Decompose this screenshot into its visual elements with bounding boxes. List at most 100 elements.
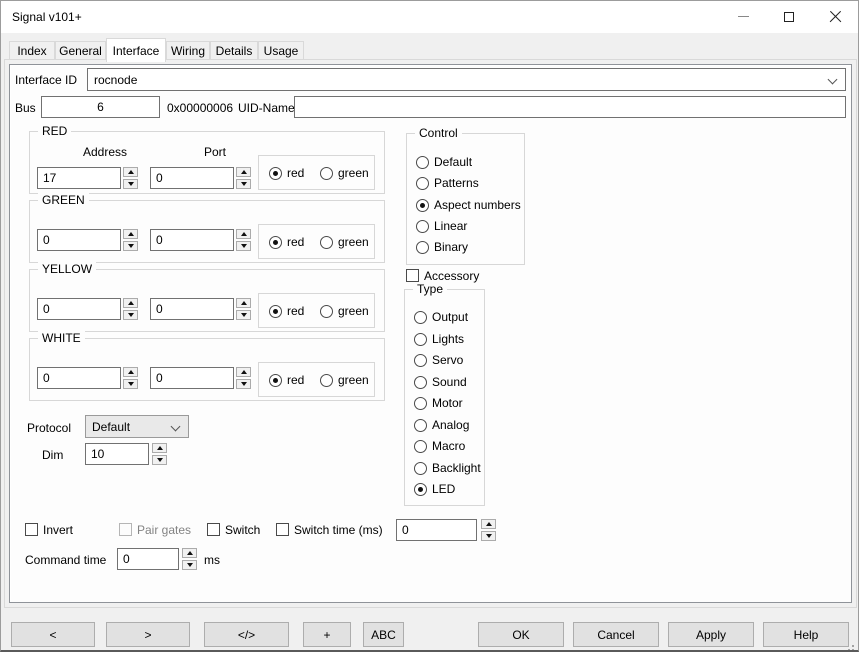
spin-up-button[interactable] (123, 229, 138, 239)
type-output-radio[interactable]: Output (414, 309, 468, 325)
spin-down-button[interactable] (236, 241, 251, 251)
triangle-up-icon (241, 301, 247, 305)
dim-field[interactable] (85, 443, 149, 465)
radio-label: Macro (432, 439, 465, 453)
abc-button[interactable]: ABC (363, 622, 404, 647)
radio-label: green (338, 373, 369, 387)
spin-down-button[interactable] (236, 310, 251, 320)
control-patterns-radio[interactable]: Patterns (416, 175, 479, 191)
triangle-up-icon (187, 551, 193, 555)
spin-up-button[interactable] (123, 167, 138, 177)
switch-label: Switch (225, 523, 260, 537)
spin-up-button[interactable] (236, 367, 251, 377)
yellow-gate-red-radio[interactable]: red (269, 303, 304, 319)
yellow-address-field[interactable] (37, 298, 121, 320)
uid-name-field[interactable] (294, 96, 846, 118)
radio-label: Linear (434, 219, 467, 233)
type-group: Type Output Lights Servo Sound Motor Ana… (404, 289, 485, 506)
radio-label: Backlight (432, 461, 481, 475)
green-address-field[interactable] (37, 229, 121, 251)
add-button[interactable]: + (303, 622, 351, 647)
type-analog-radio[interactable]: Analog (414, 417, 469, 433)
radio-label: Motor (432, 396, 463, 410)
yellow-port-field[interactable] (150, 298, 234, 320)
type-lights-radio[interactable]: Lights (414, 331, 464, 347)
type-macro-radio[interactable]: Macro (414, 438, 465, 454)
green-gate-green-radio[interactable]: green (320, 234, 369, 250)
radio-icon (320, 374, 333, 387)
pair-gates-checkbox (119, 523, 132, 536)
radio-icon (414, 419, 427, 432)
white-port-field[interactable] (150, 367, 234, 389)
spin-up-button[interactable] (182, 548, 197, 558)
spin-down-button[interactable] (123, 179, 138, 189)
invert-checkbox[interactable] (25, 523, 38, 536)
spin-down-button[interactable] (236, 179, 251, 189)
switch-time-checkbox[interactable] (276, 523, 289, 536)
red-gate-red-radio[interactable]: red (269, 165, 304, 181)
spin-down-button[interactable] (152, 455, 167, 465)
spin-down-button[interactable] (182, 560, 197, 570)
next-button[interactable]: > (106, 622, 190, 647)
apply-button[interactable]: Apply (668, 622, 754, 647)
spin-down-button[interactable] (123, 241, 138, 251)
radio-label: Default (434, 155, 472, 169)
green-port-field[interactable] (150, 229, 234, 251)
spin-down-button[interactable] (123, 379, 138, 389)
help-button[interactable]: Help (763, 622, 849, 647)
resize-grip[interactable] (844, 645, 846, 647)
radio-icon (269, 374, 282, 387)
radio-label: red (287, 373, 304, 387)
yellow-port-spinner (236, 298, 251, 320)
type-led-radio[interactable]: LED (414, 481, 455, 497)
white-gate-red-radio[interactable]: red (269, 372, 304, 388)
cancel-button[interactable]: Cancel (573, 622, 659, 647)
pair-gates-label: Pair gates (137, 523, 191, 537)
spin-up-button[interactable] (236, 167, 251, 177)
triangle-down-icon (241, 244, 247, 248)
white-gate-green-radio[interactable]: green (320, 372, 369, 388)
command-time-field[interactable] (117, 548, 179, 570)
switch-checkbox[interactable] (207, 523, 220, 536)
prev-button[interactable]: < (11, 622, 95, 647)
triangle-down-icon (128, 313, 134, 317)
spin-up-button[interactable] (236, 229, 251, 239)
red-group: RED Address Port red green (29, 131, 385, 194)
accessory-checkbox[interactable] (406, 269, 419, 282)
spin-down-button[interactable] (481, 531, 496, 541)
control-default-radio[interactable]: Default (416, 154, 472, 170)
spin-up-button[interactable] (481, 519, 496, 529)
radio-icon (414, 462, 427, 475)
ok-button[interactable]: OK (478, 622, 564, 647)
type-backlight-radio[interactable]: Backlight (414, 460, 481, 476)
control-linear-radio[interactable]: Linear (416, 218, 467, 234)
red-gate-green-radio[interactable]: green (320, 165, 369, 181)
red-address-field[interactable] (37, 167, 121, 189)
yellow-gate-green-radio[interactable]: green (320, 303, 369, 319)
type-motor-radio[interactable]: Motor (414, 395, 463, 411)
red-port-field[interactable] (150, 167, 234, 189)
type-sound-radio[interactable]: Sound (414, 374, 467, 390)
spin-up-button[interactable] (152, 443, 167, 453)
spin-up-button[interactable] (123, 367, 138, 377)
control-aspect-numbers-radio[interactable]: Aspect numbers (416, 197, 521, 213)
spin-up-button[interactable] (236, 298, 251, 308)
interface-id-label: Interface ID (15, 73, 77, 87)
control-binary-radio[interactable]: Binary (416, 239, 468, 255)
interface-id-combobox[interactable]: rocnode (87, 68, 846, 91)
type-group-title: Type (413, 282, 447, 296)
protocol-combobox[interactable]: Default (85, 415, 189, 438)
switch-time-field[interactable] (396, 519, 477, 541)
radio-label: green (338, 166, 369, 180)
spin-down-button[interactable] (123, 310, 138, 320)
green-gate-red-radio[interactable]: red (269, 234, 304, 250)
red-group-title: RED (38, 124, 71, 138)
bus-field[interactable] (41, 96, 160, 118)
triangle-up-icon (128, 301, 134, 305)
xml-button[interactable]: </> (204, 622, 289, 647)
type-servo-radio[interactable]: Servo (414, 352, 463, 368)
spin-down-button[interactable] (236, 379, 251, 389)
spin-up-button[interactable] (123, 298, 138, 308)
radio-icon (269, 167, 282, 180)
white-address-field[interactable] (37, 367, 121, 389)
